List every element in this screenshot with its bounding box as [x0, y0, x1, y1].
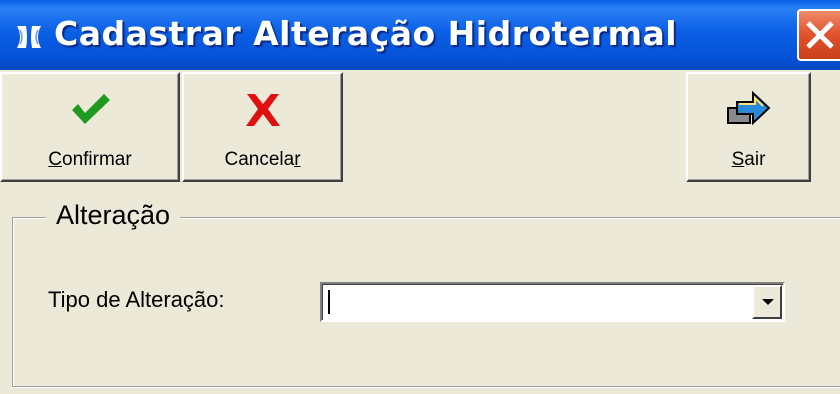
close-x-icon	[806, 21, 834, 49]
exit-arrow-icon	[726, 90, 770, 126]
confirm-button[interactable]: Confirmar	[0, 72, 180, 182]
app-icon	[17, 26, 41, 48]
title-bar: Cadastrar Alteração Hidrotermal	[0, 0, 840, 70]
window-title: Cadastrar Alteração Hidrotermal	[54, 14, 678, 53]
confirm-label: Confirmar	[48, 149, 132, 170]
dropdown-button[interactable]	[752, 285, 782, 319]
tipo-alteracao-select[interactable]	[320, 282, 785, 322]
tipo-alteracao-label: Tipo de Alteração:	[48, 287, 225, 312]
cancel-label: Cancelar	[224, 149, 301, 170]
cancel-button[interactable]: Cancelar	[182, 72, 343, 182]
groupbox-title: Alteração	[46, 200, 181, 231]
x-icon	[245, 94, 280, 126]
close-button[interactable]	[797, 9, 840, 61]
exit-button[interactable]: Sair	[686, 72, 811, 182]
divider	[12, 386, 840, 387]
chevron-down-icon	[762, 299, 774, 305]
check-icon	[72, 94, 110, 124]
toolbar: Confirmar Cancelar Sair	[0, 70, 840, 186]
tipo-alteracao-value	[328, 290, 332, 314]
exit-label: Sair	[731, 149, 766, 170]
